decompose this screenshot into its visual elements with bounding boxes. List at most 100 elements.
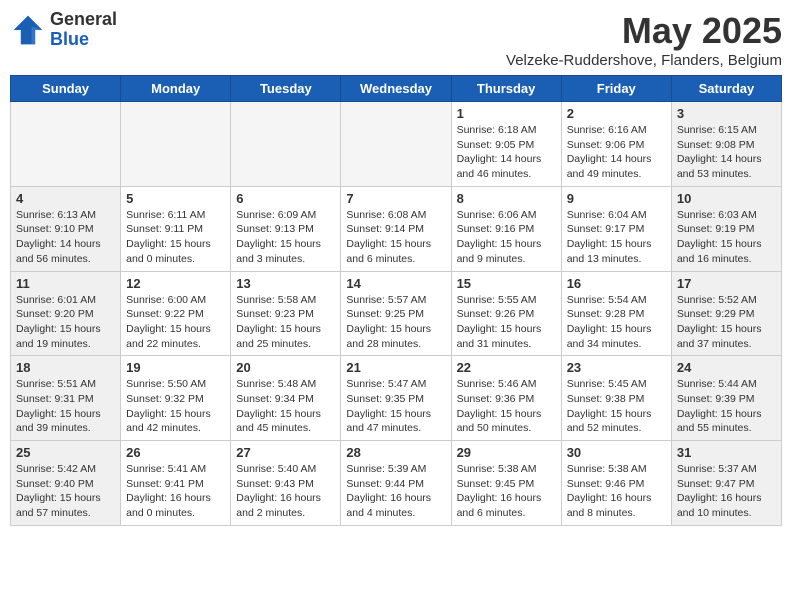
calendar-cell: 8 Sunrise: 6:06 AM Sunset: 9:16 PM Daylig… [451, 186, 561, 271]
calendar-header: SundayMondayTuesdayWednesdayThursdayFrid… [11, 76, 782, 102]
day-info: Sunrise: 5:47 AM Sunset: 9:35 PM Dayligh… [346, 377, 445, 436]
calendar-cell: 12 Sunrise: 6:00 AM Sunset: 9:22 PM Dayli… [121, 271, 231, 356]
day-info: Sunrise: 6:03 AM Sunset: 9:19 PM Dayligh… [677, 208, 776, 267]
page-header: General Blue May 2025 Velzeke-Ruddershov… [10, 10, 782, 69]
calendar-cell: 26 Sunrise: 5:41 AM Sunset: 9:41 PM Dayli… [121, 441, 231, 526]
day-number: 30 [567, 445, 666, 460]
day-number: 22 [457, 360, 556, 375]
day-info: Sunrise: 5:52 AM Sunset: 9:29 PM Dayligh… [677, 293, 776, 352]
calendar-cell: 29 Sunrise: 5:38 AM Sunset: 9:45 PM Dayli… [451, 441, 561, 526]
calendar-cell: 27Sunrise: 5:40 AM Sunset: 9:43 PM Dayli… [231, 441, 341, 526]
day-info: Sunrise: 5:55 AM Sunset: 9:26 PM Dayligh… [457, 293, 556, 352]
day-info: Sunrise: 6:00 AM Sunset: 9:22 PM Dayligh… [126, 293, 225, 352]
day-number: 4 [16, 191, 115, 206]
day-info: Sunrise: 6:18 AM Sunset: 9:05 PM Dayligh… [457, 123, 556, 182]
day-number: 5 [126, 191, 225, 206]
day-info: Sunrise: 5:58 AM Sunset: 9:23 PM Dayligh… [236, 293, 335, 352]
weekday-header: Wednesday [341, 76, 451, 102]
calendar-week: 18 Sunrise: 5:51 AM Sunset: 9:31 PM Dayli… [11, 356, 782, 441]
day-info: Sunrise: 5:38 AM Sunset: 9:46 PM Dayligh… [567, 462, 666, 521]
calendar-cell: 11Sunrise: 6:01 AM Sunset: 9:20 PM Dayli… [11, 271, 121, 356]
calendar-table: SundayMondayTuesdayWednesdayThursdayFrid… [10, 75, 782, 526]
calendar-cell: 7Sunrise: 6:08 AM Sunset: 9:14 PM Daylig… [341, 186, 451, 271]
logo-icon [10, 12, 46, 48]
calendar-cell [341, 102, 451, 187]
calendar-cell: 2Sunrise: 6:16 AM Sunset: 9:06 PM Daylig… [561, 102, 671, 187]
day-number: 13 [236, 276, 335, 291]
calendar-cell: 21 Sunrise: 5:47 AM Sunset: 9:35 PM Dayli… [341, 356, 451, 441]
calendar-cell: 19Sunrise: 5:50 AM Sunset: 9:32 PM Dayli… [121, 356, 231, 441]
calendar-cell: 13 Sunrise: 5:58 AM Sunset: 9:23 PM Dayli… [231, 271, 341, 356]
calendar-cell: 3 Sunrise: 6:15 AM Sunset: 9:08 PM Daylig… [671, 102, 781, 187]
day-info: Sunrise: 5:38 AM Sunset: 9:45 PM Dayligh… [457, 462, 556, 521]
day-info: Sunrise: 5:50 AM Sunset: 9:32 PM Dayligh… [126, 377, 225, 436]
day-info: Sunrise: 5:51 AM Sunset: 9:31 PM Dayligh… [16, 377, 115, 436]
title-block: May 2025 Velzeke-Ruddershove, Flanders, … [506, 10, 782, 69]
day-info: Sunrise: 6:15 AM Sunset: 9:08 PM Dayligh… [677, 123, 776, 182]
day-number: 6 [236, 191, 335, 206]
calendar-cell: 31 Sunrise: 5:37 AM Sunset: 9:47 PM Dayli… [671, 441, 781, 526]
calendar-cell: 5 Sunrise: 6:11 AM Sunset: 9:11 PM Daylig… [121, 186, 231, 271]
day-number: 29 [457, 445, 556, 460]
day-info: Sunrise: 5:46 AM Sunset: 9:36 PM Dayligh… [457, 377, 556, 436]
day-number: 3 [677, 106, 776, 121]
calendar-body: 1 Sunrise: 6:18 AM Sunset: 9:05 PM Daylig… [11, 102, 782, 526]
day-number: 18 [16, 360, 115, 375]
weekday-row: SundayMondayTuesdayWednesdayThursdayFrid… [11, 76, 782, 102]
day-number: 11 [16, 276, 115, 291]
day-info: Sunrise: 5:37 AM Sunset: 9:47 PM Dayligh… [677, 462, 776, 521]
calendar-cell: 9Sunrise: 6:04 AM Sunset: 9:17 PM Daylig… [561, 186, 671, 271]
weekday-header: Thursday [451, 76, 561, 102]
logo-blue: Blue [50, 30, 117, 50]
calendar-cell: 14Sunrise: 5:57 AM Sunset: 9:25 PM Dayli… [341, 271, 451, 356]
calendar-cell: 22 Sunrise: 5:46 AM Sunset: 9:36 PM Dayli… [451, 356, 561, 441]
day-info: Sunrise: 6:13 AM Sunset: 9:10 PM Dayligh… [16, 208, 115, 267]
day-info: Sunrise: 6:06 AM Sunset: 9:16 PM Dayligh… [457, 208, 556, 267]
weekday-header: Saturday [671, 76, 781, 102]
calendar-week: 1 Sunrise: 6:18 AM Sunset: 9:05 PM Daylig… [11, 102, 782, 187]
calendar-cell: 6 Sunrise: 6:09 AM Sunset: 9:13 PM Daylig… [231, 186, 341, 271]
day-info: Sunrise: 6:04 AM Sunset: 9:17 PM Dayligh… [567, 208, 666, 267]
calendar-cell: 28Sunrise: 5:39 AM Sunset: 9:44 PM Dayli… [341, 441, 451, 526]
day-number: 26 [126, 445, 225, 460]
day-number: 8 [457, 191, 556, 206]
day-info: Sunrise: 6:08 AM Sunset: 9:14 PM Dayligh… [346, 208, 445, 267]
calendar-cell: 10 Sunrise: 6:03 AM Sunset: 9:19 PM Dayli… [671, 186, 781, 271]
calendar-cell: 24Sunrise: 5:44 AM Sunset: 9:39 PM Dayli… [671, 356, 781, 441]
calendar-cell: 25Sunrise: 5:42 AM Sunset: 9:40 PM Dayli… [11, 441, 121, 526]
day-info: Sunrise: 5:45 AM Sunset: 9:38 PM Dayligh… [567, 377, 666, 436]
day-number: 1 [457, 106, 556, 121]
day-number: 24 [677, 360, 776, 375]
day-number: 28 [346, 445, 445, 460]
weekday-header: Monday [121, 76, 231, 102]
day-number: 21 [346, 360, 445, 375]
logo-general: General [50, 10, 117, 30]
day-number: 10 [677, 191, 776, 206]
calendar-subtitle: Velzeke-Ruddershove, Flanders, Belgium [506, 52, 782, 69]
day-info: Sunrise: 5:48 AM Sunset: 9:34 PM Dayligh… [236, 377, 335, 436]
calendar-week: 11Sunrise: 6:01 AM Sunset: 9:20 PM Dayli… [11, 271, 782, 356]
day-info: Sunrise: 5:41 AM Sunset: 9:41 PM Dayligh… [126, 462, 225, 521]
day-number: 12 [126, 276, 225, 291]
weekday-header: Sunday [11, 76, 121, 102]
calendar-cell [121, 102, 231, 187]
day-number: 27 [236, 445, 335, 460]
calendar-week: 4 Sunrise: 6:13 AM Sunset: 9:10 PM Daylig… [11, 186, 782, 271]
calendar-cell: 4 Sunrise: 6:13 AM Sunset: 9:10 PM Daylig… [11, 186, 121, 271]
calendar-cell: 17 Sunrise: 5:52 AM Sunset: 9:29 PM Dayli… [671, 271, 781, 356]
calendar-cell [231, 102, 341, 187]
day-number: 15 [457, 276, 556, 291]
calendar-cell: 15 Sunrise: 5:55 AM Sunset: 9:26 PM Dayli… [451, 271, 561, 356]
calendar-title: May 2025 [506, 10, 782, 52]
day-number: 16 [567, 276, 666, 291]
day-info: Sunrise: 6:16 AM Sunset: 9:06 PM Dayligh… [567, 123, 666, 182]
day-info: Sunrise: 6:09 AM Sunset: 9:13 PM Dayligh… [236, 208, 335, 267]
day-info: Sunrise: 5:54 AM Sunset: 9:28 PM Dayligh… [567, 293, 666, 352]
day-number: 31 [677, 445, 776, 460]
calendar-cell [11, 102, 121, 187]
day-number: 25 [16, 445, 115, 460]
day-info: Sunrise: 6:11 AM Sunset: 9:11 PM Dayligh… [126, 208, 225, 267]
day-info: Sunrise: 5:57 AM Sunset: 9:25 PM Dayligh… [346, 293, 445, 352]
day-number: 17 [677, 276, 776, 291]
day-number: 23 [567, 360, 666, 375]
